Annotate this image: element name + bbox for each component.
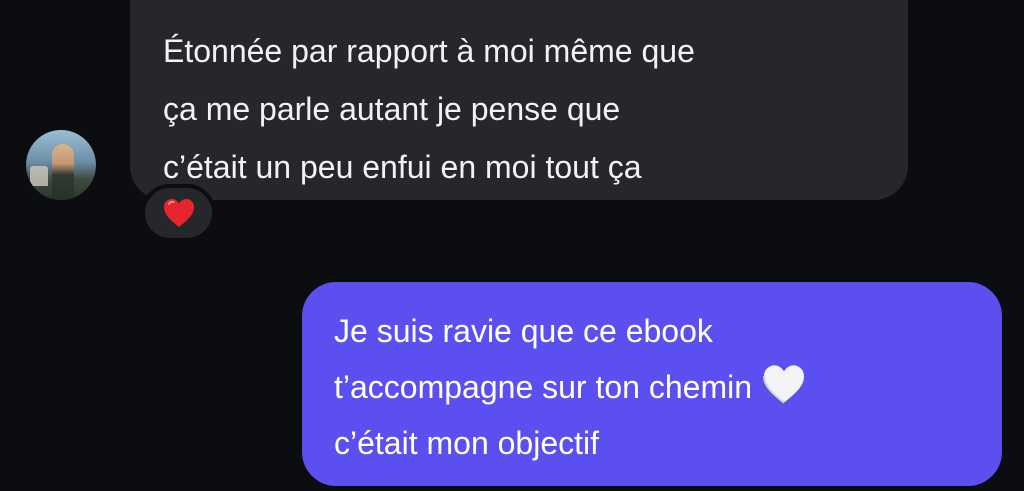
- outgoing-message-bubble[interactable]: Je suis ravie que ce ebook t’accompagne …: [302, 282, 1002, 486]
- incoming-message-line: ça me parle autant je pense que: [163, 91, 621, 127]
- message-reaction[interactable]: [141, 184, 216, 242]
- incoming-message-line: c’était un peu enfui en moi tout ça: [163, 149, 642, 185]
- incoming-message-text: Étonnée par rapport à moi même que ça me…: [163, 22, 695, 196]
- outgoing-message-line-text: t’accompagne sur ton chemin: [334, 369, 752, 405]
- incoming-message-line: Étonnée par rapport à moi même que: [163, 33, 695, 69]
- outgoing-message-text: Je suis ravie que ce ebook t’accompagne …: [334, 303, 806, 471]
- outgoing-message-line: t’accompagne sur ton chemin: [334, 359, 806, 415]
- avatar-person: [52, 144, 74, 200]
- white-heart-icon: [763, 365, 804, 404]
- outgoing-message-line: c’était mon objectif: [334, 425, 600, 461]
- contact-avatar[interactable]: [26, 130, 96, 200]
- red-heart-icon: [163, 199, 194, 227]
- avatar-background-building: [30, 166, 48, 186]
- incoming-message-bubble[interactable]: Étonnée par rapport à moi même que ça me…: [130, 0, 908, 200]
- outgoing-message-line: Je suis ravie que ce ebook: [334, 313, 713, 349]
